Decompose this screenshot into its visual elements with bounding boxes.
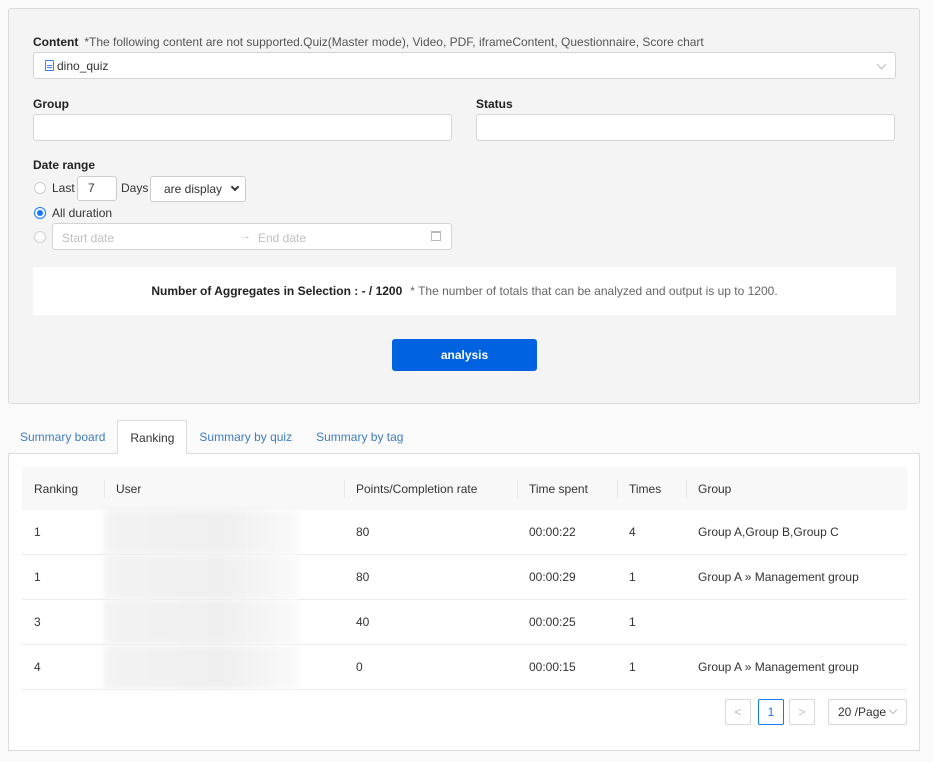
cell-ranking: 4 [22, 644, 104, 690]
all-duration-label: All duration [52, 206, 113, 220]
tab-ranking[interactable]: Ranking [117, 420, 188, 454]
cell-user [104, 644, 344, 690]
custom-range-radio[interactable] [34, 231, 46, 243]
cell-time-spent: 00:00:22 [517, 510, 617, 555]
column-header-ranking[interactable]: Ranking [22, 467, 104, 510]
cell-group: Group A,Group B,Group C [686, 510, 907, 555]
status-label: Status [476, 97, 513, 111]
display-select[interactable]: are display [150, 176, 246, 202]
last-label: Last [52, 181, 75, 195]
table-row[interactable]: 3 40 00:00:25 1 [22, 599, 907, 645]
cell-ranking: 3 [22, 599, 104, 645]
redacted-user [104, 510, 299, 554]
date-range-label: Date range [33, 158, 96, 172]
cell-user [104, 510, 344, 555]
redacted-user [104, 645, 299, 689]
chevron-down-icon [876, 59, 887, 70]
date-range-picker[interactable]: Start date → End date [52, 223, 452, 250]
table-row[interactable]: 4 0 00:00:15 1 Group A » Management grou… [22, 644, 907, 690]
ranking-panel: Ranking User Points/Completion rate Time… [8, 453, 920, 751]
cell-group: Group A » Management group [686, 554, 907, 600]
file-icon [45, 60, 54, 71]
cell-user [104, 599, 344, 645]
arrow-right-icon: → [240, 230, 251, 242]
column-header-times[interactable]: Times [617, 467, 686, 510]
group-select[interactable] [33, 114, 452, 141]
tab-summary-board[interactable]: Summary board [8, 420, 117, 454]
chevron-down-icon [888, 705, 898, 715]
aggregates-note: * The number of totals that can be analy… [410, 284, 778, 298]
days-input[interactable]: 7 [77, 176, 117, 201]
cell-group: Group A » Management group [686, 644, 907, 690]
prev-page-button[interactable]: < [725, 699, 751, 725]
cell-ranking: 1 [22, 554, 104, 600]
days-label: Days [121, 181, 149, 195]
page-size-value: 20 /Page [838, 705, 887, 719]
column-header-group[interactable]: Group [686, 467, 907, 510]
redacted-user [104, 555, 299, 599]
aggregates-info: Number of Aggregates in Selection : - / … [33, 267, 896, 315]
status-select[interactable] [476, 114, 895, 141]
page-1-button[interactable]: 1 [758, 699, 784, 725]
cell-time-spent: 00:00:29 [517, 554, 617, 600]
cell-times: 1 [617, 644, 686, 690]
column-header-points[interactable]: Points/Completion rate [344, 467, 517, 510]
tab-summary-by-quiz[interactable]: Summary by quiz [187, 420, 304, 454]
analysis-button[interactable]: analysis [392, 339, 537, 371]
column-header-time-spent[interactable]: Time spent [517, 467, 617, 510]
content-label-row: Content *The following content are not su… [33, 35, 704, 49]
chevron-down-icon [230, 182, 240, 192]
result-tabs: Summary board Ranking Summary by quiz Su… [8, 420, 415, 454]
table-row[interactable]: 1 80 00:00:29 1 Group A » Management gro… [22, 554, 907, 600]
cell-times: 4 [617, 510, 686, 555]
content-label: Content [33, 35, 79, 49]
cell-points: 80 [344, 510, 517, 555]
table-row[interactable]: 1 80 00:00:22 4 Group A,Group B,Group C [22, 510, 907, 555]
group-label: Group [33, 97, 69, 111]
ranking-table: Ranking User Points/Completion rate Time… [22, 467, 907, 690]
cell-ranking: 1 [22, 510, 104, 555]
cell-time-spent: 00:00:25 [517, 599, 617, 645]
redacted-user [104, 600, 299, 644]
calendar-icon [431, 231, 441, 241]
display-select-value: are display [164, 182, 223, 196]
end-date-input[interactable]: End date [258, 231, 306, 245]
page-size-select[interactable]: 20 /Page [828, 699, 907, 725]
cell-points: 0 [344, 644, 517, 690]
cell-times: 1 [617, 554, 686, 600]
content-note: *The following content are not supported… [84, 35, 704, 49]
cell-user [104, 554, 344, 600]
tab-summary-by-tag[interactable]: Summary by tag [304, 420, 415, 454]
start-date-input[interactable]: Start date [62, 231, 114, 245]
aggregates-count: Number of Aggregates in Selection : - / … [151, 284, 403, 298]
content-select[interactable]: dino_quiz [33, 52, 896, 79]
cell-points: 40 [344, 599, 517, 645]
filter-panel: Content *The following content are not su… [8, 8, 920, 404]
cell-times: 1 [617, 599, 686, 645]
cell-group [686, 599, 907, 645]
cell-points: 80 [344, 554, 517, 600]
all-duration-radio[interactable] [34, 207, 46, 219]
last-days-radio[interactable] [34, 182, 46, 194]
cell-time-spent: 00:00:15 [517, 644, 617, 690]
next-page-button[interactable]: > [789, 699, 815, 725]
column-header-user[interactable]: User [104, 467, 344, 510]
table-header-row: Ranking User Points/Completion rate Time… [22, 467, 907, 510]
content-selected-value: dino_quiz [57, 58, 109, 73]
